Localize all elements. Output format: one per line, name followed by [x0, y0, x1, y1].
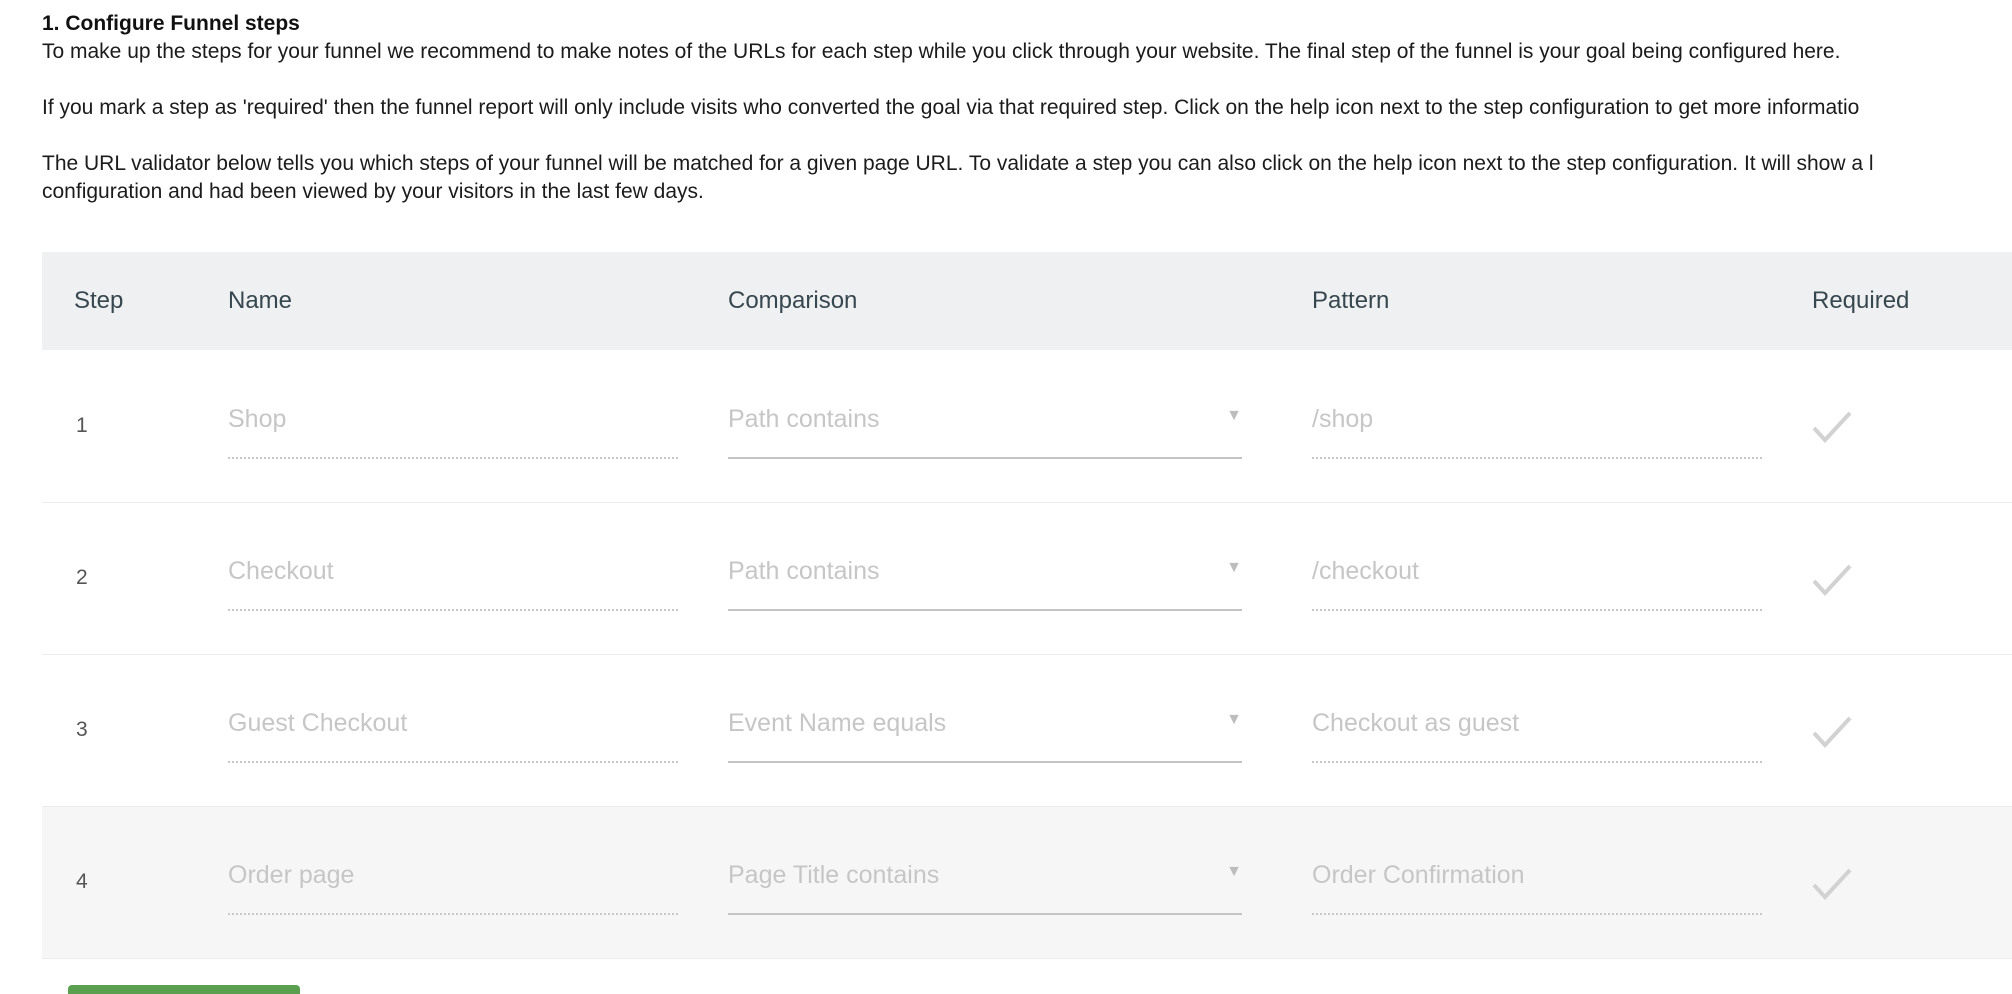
step-number: 3	[76, 718, 88, 741]
intro-paragraph-2: If you mark a step as 'required' then th…	[42, 96, 1860, 119]
table-row: 3 Guest Checkout Event Name equals ▼ Che…	[42, 654, 2012, 806]
step-name-value: Checkout	[228, 557, 334, 585]
triangle-down-icon: ▼	[1226, 406, 1242, 424]
comparison-value: Event Name equals	[728, 709, 947, 737]
pattern-value: /checkout	[1312, 557, 1420, 585]
header-comparison: Comparison	[728, 287, 858, 314]
step-name-input[interactable]: Guest Checkout	[228, 695, 678, 763]
comparison-select[interactable]: Event Name equals ▼	[728, 695, 1242, 763]
step-name-input[interactable]: Order page	[228, 847, 678, 915]
header-pattern: Pattern	[1312, 287, 1390, 314]
table-row: 1 Shop Path contains ▼ /shop	[42, 350, 2012, 502]
intro-paragraph-3-line-2: configuration and had been viewed by you…	[42, 180, 704, 203]
check-icon[interactable]	[1812, 563, 1852, 602]
check-icon[interactable]	[1812, 410, 1852, 449]
table-row: 2 Checkout Path contains ▼ /checkout	[42, 502, 2012, 654]
check-icon[interactable]	[1812, 867, 1852, 906]
header-step: Step	[74, 287, 124, 314]
section-heading: 1. Configure Funnel steps	[42, 12, 300, 35]
triangle-down-icon: ▼	[1226, 711, 1242, 728]
intro-paragraph-3-line-1: The URL validator below tells you which …	[42, 152, 1874, 175]
step-number: 4	[76, 870, 88, 893]
triangle-down-icon: ▼	[1226, 863, 1242, 880]
comparison-value: Page Title contains	[728, 861, 940, 889]
pattern-value: Checkout as guest	[1312, 709, 1520, 737]
add-step-button[interactable]	[68, 985, 300, 994]
comparison-select[interactable]: Path contains ▼	[728, 391, 1242, 459]
funnel-config-page: 1. Configure Funnel steps To make up the…	[0, 0, 2012, 994]
header-required: Required	[1812, 287, 1910, 314]
comparison-value: Path contains	[728, 404, 880, 433]
table-row: 4 Order page Page Title contains ▼ Order…	[42, 806, 2012, 958]
pattern-value: Order Confirmation	[1312, 861, 1525, 889]
check-icon[interactable]	[1812, 715, 1852, 754]
funnel-intro: 1. Configure Funnel steps To make up the…	[42, 10, 2012, 206]
step-name-value: Shop	[228, 404, 287, 433]
pattern-value: /shop	[1312, 404, 1374, 433]
step-name-value: Guest Checkout	[228, 709, 408, 737]
step-number: 1	[76, 413, 88, 437]
intro-paragraph-1: To make up the steps for your funnel we …	[42, 40, 1841, 63]
triangle-down-icon: ▼	[1226, 559, 1242, 576]
comparison-select[interactable]: Page Title contains ▼	[728, 847, 1242, 915]
funnel-steps-table: Step Name Comparison Pattern Required 1 …	[42, 252, 2012, 959]
comparison-select[interactable]: Path contains ▼	[728, 543, 1242, 611]
pattern-input[interactable]: Checkout as guest	[1312, 695, 1762, 763]
step-name-value: Order page	[228, 861, 355, 889]
header-name: Name	[228, 287, 293, 314]
pattern-input[interactable]: Order Confirmation	[1312, 847, 1762, 915]
pattern-input[interactable]: /checkout	[1312, 543, 1762, 611]
comparison-value: Path contains	[728, 557, 880, 585]
step-number: 2	[76, 566, 88, 589]
step-name-input[interactable]: Shop	[228, 391, 678, 459]
pattern-input[interactable]: /shop	[1312, 391, 1762, 459]
table-header-row: Step Name Comparison Pattern Required	[42, 252, 2012, 350]
step-name-input[interactable]: Checkout	[228, 543, 678, 611]
